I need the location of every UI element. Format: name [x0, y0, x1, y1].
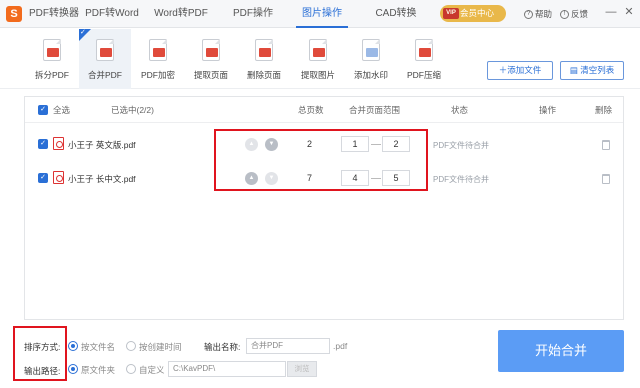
tool-merge-pdf[interactable]: ✓ 合并PDF [79, 29, 131, 89]
split-pdf-icon [43, 39, 61, 61]
table-header: ✓ 全选 已选中(2/2) 总页数 合并页面范围 状态 操作 删除 [25, 97, 623, 123]
header-delete: 删除 [595, 105, 613, 115]
trash-icon[interactable] [602, 174, 610, 184]
path-original-label[interactable]: 原文件夹 [81, 364, 115, 376]
vip-label: 会员中心 [460, 8, 495, 18]
pdf-file-icon [53, 137, 64, 150]
trash-icon[interactable] [602, 140, 610, 150]
extract-pages-icon [202, 39, 220, 61]
path-custom-radio[interactable] [126, 364, 136, 374]
header-status: 状态 [451, 105, 469, 115]
selected-count: 已选中(2/2) [111, 105, 154, 115]
help-button[interactable]: ? 帮助 [524, 0, 552, 28]
clear-list-icon: ▤ [569, 65, 578, 75]
clear-list-button[interactable]: ▤ 清空列表 [560, 61, 624, 80]
output-ext: .pdf [333, 341, 348, 351]
output-name-label: 输出名称: [204, 342, 241, 352]
sort-by-name-label[interactable]: 按文件名 [81, 341, 115, 353]
header-total-pages: 总页数 [298, 105, 324, 115]
file-name: 小王子 长中文.pdf [68, 174, 136, 184]
tool-add-watermark[interactable]: 添加水印 [345, 29, 397, 89]
selected-check-icon: ✓ [80, 29, 86, 36]
tool-extract-images[interactable]: 提取图片 [292, 29, 344, 89]
plus-icon: ＋ [498, 65, 508, 75]
close-button[interactable]: ✕ [622, 4, 636, 20]
image-icon [309, 39, 327, 61]
output-path-input[interactable]: C:\KavPDF\ [168, 361, 286, 377]
feedback-icon: ! [560, 10, 569, 20]
minimize-button[interactable]: — [604, 4, 618, 20]
tool-label: PDF压缩 [406, 70, 441, 80]
pdf-file-icon [53, 171, 64, 184]
vip-badge-icon: VIP [443, 8, 459, 19]
tool-delete-pages[interactable]: 删除页面 [238, 29, 290, 89]
header-action: 操作 [539, 105, 557, 115]
header-merge-range: 合并页面范围 [349, 105, 401, 115]
help-label: 帮助 [535, 9, 553, 19]
compress-icon [415, 39, 433, 61]
watermark-icon [362, 39, 380, 61]
tool-split-pdf[interactable]: 拆分PDF [26, 29, 78, 89]
tool-label: 提取图片 [300, 70, 335, 80]
tool-label: 提取页面 [193, 70, 228, 80]
row-checkbox[interactable]: ✓ [38, 139, 48, 149]
tab-cad-convert[interactable]: CAD转换 [372, 0, 420, 28]
tool-encrypt-pdf[interactable]: PDF加密 [132, 29, 184, 89]
tab-pdf-to-word[interactable]: PDF转Word [84, 0, 140, 28]
feedback-label: 反馈 [571, 9, 589, 19]
vip-center-button[interactable]: VIP 会员中心 [440, 5, 506, 22]
add-file-button[interactable]: ＋添加文件 [487, 61, 553, 80]
file-name: 小王子 英文版.pdf [68, 140, 136, 150]
feedback-button[interactable]: ! 反馈 [560, 0, 588, 28]
sort-by-time-radio[interactable] [126, 341, 136, 351]
tool-label: 删除页面 [246, 70, 281, 80]
browse-button[interactable]: 浏览 [287, 361, 317, 377]
tab-pdf-converter[interactable]: PDF转换器 [28, 0, 80, 28]
tab-word-to-pdf[interactable]: Word转PDF [152, 0, 210, 28]
tool-ribbon: 拆分PDF ✓ 合并PDF PDF加密 提取页面 删除页面 提取图片 添加水印 … [0, 29, 640, 89]
row-checkbox[interactable]: ✓ [38, 173, 48, 183]
highlight-box-range [214, 129, 428, 191]
file-table: ✓ 全选 已选中(2/2) 总页数 合并页面范围 状态 操作 删除 ✓ 小王子 … [24, 96, 624, 320]
top-nav: S PDF转换器 PDF转Word Word转PDF PDF操作 图片操作 CA… [0, 0, 640, 28]
path-original-radio[interactable] [68, 364, 78, 374]
app-logo: S [6, 6, 22, 22]
path-custom-label[interactable]: 自定义 [139, 364, 165, 376]
tool-label: 拆分PDF [34, 70, 69, 80]
sort-by-time-label[interactable]: 按创建时间 [139, 341, 182, 353]
help-icon: ? [524, 10, 533, 20]
row-status: PDF文件待合并 [433, 175, 489, 184]
tool-label: 合并PDF [87, 70, 122, 80]
add-file-label: 添加文件 [507, 65, 542, 75]
tool-label: PDF加密 [140, 70, 175, 80]
tool-label: 添加水印 [353, 70, 388, 80]
merge-pdf-icon [96, 39, 114, 61]
select-all-label: 全选 [53, 105, 71, 115]
start-merge-button[interactable]: 开始合并 [498, 330, 624, 372]
row-status: PDF文件待合并 [433, 141, 489, 150]
sort-by-name-radio[interactable] [68, 341, 78, 351]
select-all-checkbox[interactable]: ✓ [38, 105, 48, 115]
delete-pages-icon [255, 39, 273, 61]
tab-pdf-operations[interactable]: PDF操作 [228, 0, 278, 28]
tab-image-operations[interactable]: 图片操作 [296, 0, 348, 28]
clear-list-label: 清空列表 [580, 65, 615, 75]
tool-compress-pdf[interactable]: PDF压缩 [398, 29, 450, 89]
sort-label: 排序方式: [24, 342, 61, 352]
tool-extract-pages[interactable]: 提取页面 [185, 29, 237, 89]
lock-icon [149, 39, 167, 61]
output-name-input[interactable]: 合并PDF [246, 338, 330, 354]
output-path-label: 输出路径: [24, 366, 61, 376]
